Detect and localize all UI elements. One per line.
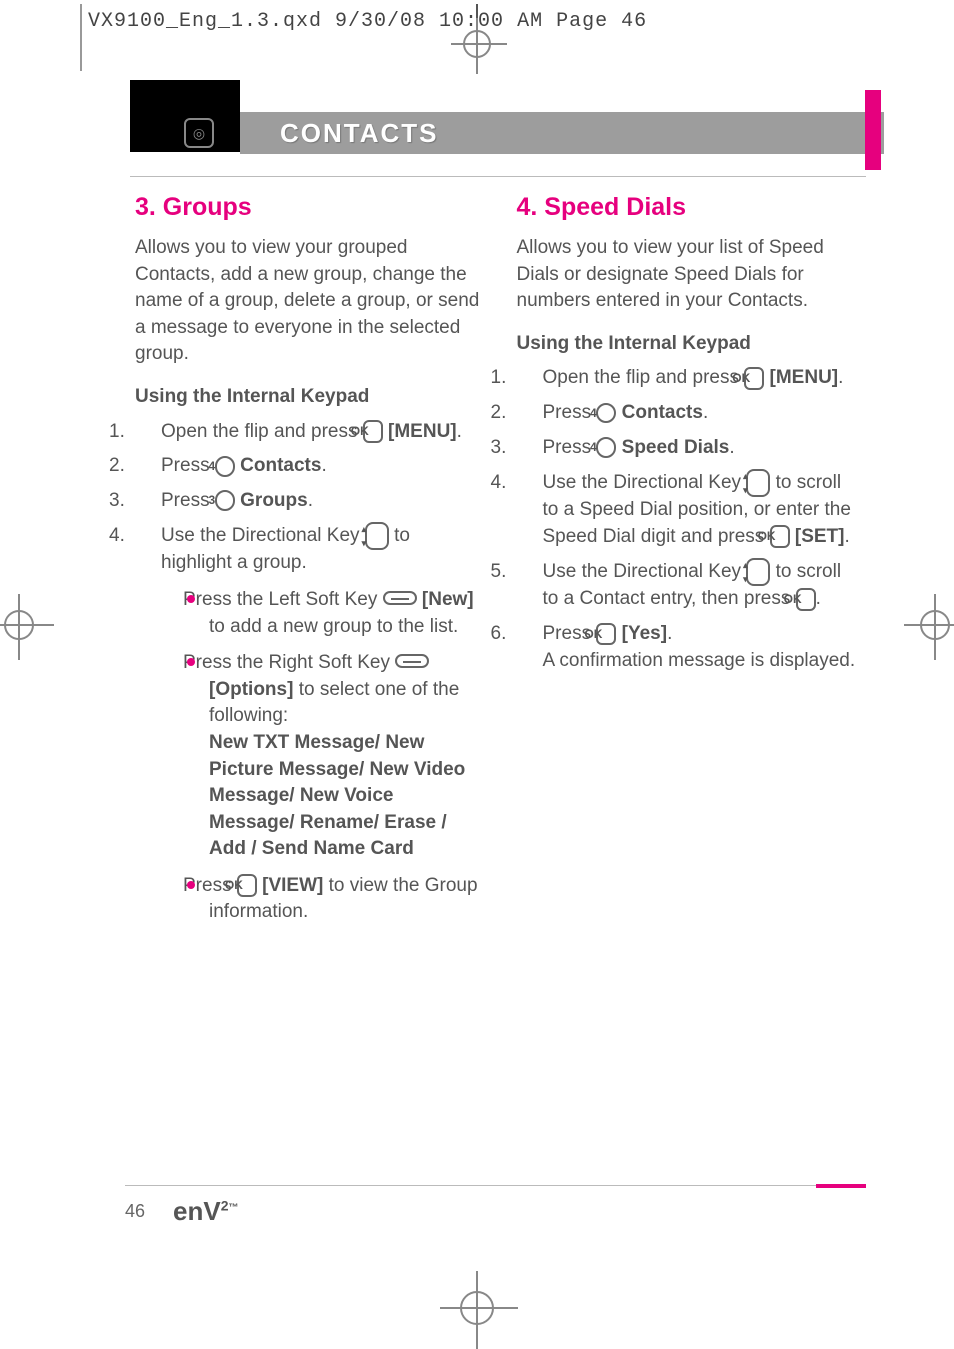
sd-step-3: 3.Press 4 Speed Dials. [543, 435, 863, 462]
sd2a: Press [543, 402, 597, 423]
divider-top [130, 176, 866, 177]
b2a: Press the Right Soft Key [183, 652, 395, 673]
ok-key-icon: OK [744, 367, 764, 390]
speeddials-label: Speed Dials [622, 437, 730, 458]
speeddials-sub: Using the Internal Keypad [517, 331, 863, 358]
step-4: 4.Use the Directional Key to highlight a… [161, 522, 481, 926]
speeddials-steps: 1.Open the flip and press OK [MENU]. 2.P… [517, 365, 863, 674]
set-label: [SET] [795, 526, 845, 547]
directional-key-icon [746, 469, 770, 497]
step4-text-a: Use the Directional Key [161, 525, 365, 546]
section-tab [865, 90, 881, 170]
chapter-bar: CONTACTS [240, 112, 884, 154]
directional-key-icon [365, 522, 389, 550]
registration-top [463, 30, 491, 58]
step1-text: Open the flip and press [161, 421, 363, 442]
sd-step-2: 2.Press 4 Contacts. [543, 400, 863, 427]
sd5a: Use the Directional Key [543, 561, 747, 582]
camera-icon: ◎ [184, 118, 214, 148]
page-footer: 46 enV2™ [125, 1185, 866, 1227]
footer-accent [816, 1184, 866, 1188]
options-label: [Options] [209, 679, 293, 700]
ok-key-icon: OK [796, 588, 816, 611]
sd6b: A confirmation message is displayed. [543, 650, 856, 671]
speeddials-intro: Allows you to view your list of Speed Di… [517, 235, 863, 315]
key-4-icon: 4 [215, 456, 235, 477]
sd-step-6: 6.Press OK [Yes].A confirmation message … [543, 621, 863, 674]
speeddials-heading: 4. Speed Dials [517, 190, 863, 225]
groups-label: Groups [240, 490, 308, 511]
ok-key-icon: OK [596, 623, 616, 646]
key-4-icon: 4 [596, 403, 616, 424]
groups-bullets: Press the Left Soft Key [New] to add a n… [187, 587, 481, 926]
menu-label: [MENU] [388, 421, 457, 442]
body-columns: 3. Groups Allows you to view your groupe… [135, 190, 862, 1175]
directional-key-icon [746, 558, 770, 586]
sd-step-5: 5.Use the Directional Key to scroll to a… [543, 558, 863, 613]
contacts-label: Contacts [622, 402, 703, 423]
view-label: [VIEW] [262, 875, 323, 896]
chapter-header: CONTACTS [130, 98, 884, 154]
brand-text: enV [173, 1196, 221, 1226]
b1a: Press the Left Soft Key [183, 589, 383, 610]
step-3: 3.Press 3 Groups. [161, 488, 481, 515]
sd-step-4: 4.Use the Directional Key to scroll to a… [543, 469, 863, 550]
registration-bottom [460, 1291, 494, 1325]
registration-left [4, 610, 34, 640]
step2-text: Press [161, 455, 215, 476]
ok-key-icon: OK [237, 874, 257, 897]
options-list: New TXT Message/ New Picture Message/ Ne… [209, 732, 465, 859]
chapter-title: CONTACTS [280, 118, 439, 149]
groups-sub: Using the Internal Keypad [135, 384, 481, 411]
step-1: 1.Open the flip and press OK [MENU]. [161, 419, 481, 446]
groups-intro: Allows you to view your grouped Contacts… [135, 235, 481, 368]
registration-right [920, 610, 950, 640]
right-soft-key-icon [395, 654, 429, 668]
sd4a: Use the Directional Key [543, 472, 747, 493]
groups-heading: 3. Groups [135, 190, 481, 225]
step-2: 2.Press 4 Contacts. [161, 453, 481, 480]
new-label: [New] [422, 589, 474, 610]
page-number: 46 [125, 1201, 145, 1222]
yes-label: [Yes] [622, 623, 667, 644]
step3-text: Press [161, 490, 215, 511]
bullet-new: Press the Left Soft Key [New] to add a n… [187, 587, 481, 640]
bullet-view: Press OK [VIEW] to view the Group inform… [187, 873, 481, 926]
right-column: 4. Speed Dials Allows you to view your l… [517, 190, 863, 1175]
groups-steps: 1.Open the flip and press OK [MENU]. 2.P… [135, 419, 481, 927]
bullet-options: Press the Right Soft Key [Options] to se… [187, 650, 481, 863]
contacts-label: Contacts [240, 455, 321, 476]
menu-label: [MENU] [770, 367, 839, 388]
key-3-icon: 3 [215, 490, 235, 511]
b1b: to add a new group to the list. [209, 616, 458, 637]
key-4-icon: 4 [596, 437, 616, 458]
sd1a: Open the flip and press [543, 367, 745, 388]
brand-logo: enV2™ [173, 1196, 238, 1227]
ok-key-icon: OK [363, 420, 383, 443]
left-column: 3. Groups Allows you to view your groupe… [135, 190, 481, 1175]
left-soft-key-icon [383, 591, 417, 605]
crop-rule [80, 4, 82, 71]
ok-key-icon: OK [770, 525, 790, 548]
sd3a: Press [543, 437, 597, 458]
sd-step-1: 1.Open the flip and press OK [MENU]. [543, 365, 863, 392]
